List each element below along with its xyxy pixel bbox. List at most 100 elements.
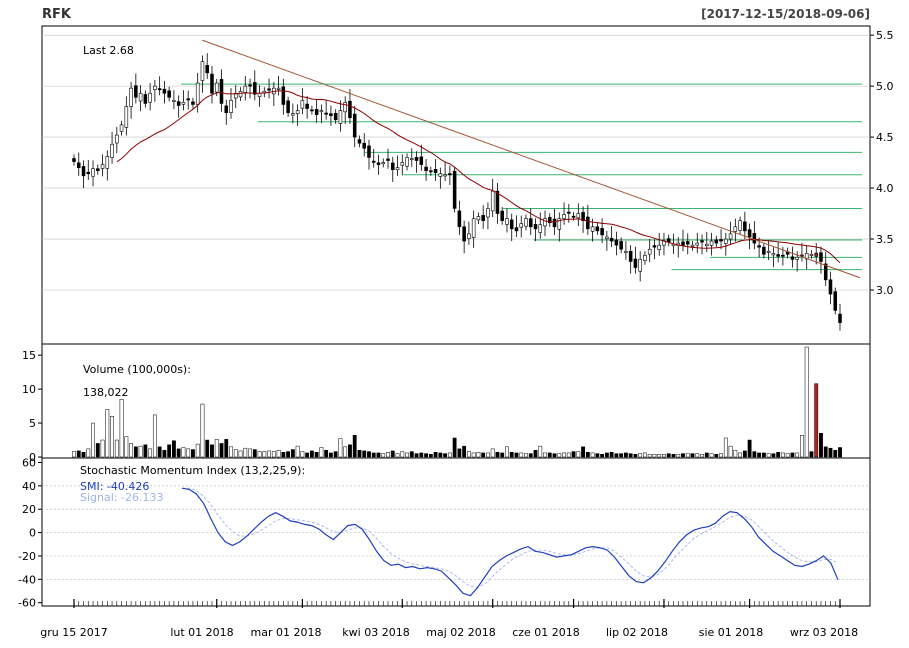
candle-body (410, 158, 414, 160)
volume-bar (552, 453, 557, 458)
candle-body (790, 256, 795, 260)
volume-bar (114, 439, 119, 458)
volume-bar (414, 453, 419, 458)
volume-bar (352, 435, 357, 458)
candle-body (766, 250, 771, 253)
volume-bar (267, 450, 271, 458)
volume-bar (76, 450, 81, 458)
candle-body (257, 92, 262, 98)
volume-bar (800, 435, 804, 458)
volume-bar (200, 403, 205, 458)
volume-bar (462, 445, 467, 458)
volume-bar (547, 452, 552, 458)
candle-body (310, 109, 314, 112)
volume-bar (157, 446, 162, 458)
volume-bar (652, 454, 657, 458)
candle-body (809, 254, 814, 256)
candle-body (728, 233, 733, 240)
candle-body (295, 110, 300, 114)
candle-body (110, 143, 114, 158)
volume-bar (833, 449, 838, 458)
volume-bar (405, 452, 409, 458)
volume-tick-label: 15 (22, 349, 36, 362)
candle-body (524, 218, 528, 227)
candle-body (172, 100, 176, 102)
candle-body (186, 98, 190, 101)
candle-body (276, 87, 281, 90)
volume-bar (647, 454, 652, 458)
volume-bar (571, 451, 576, 458)
volume-bar (367, 451, 371, 458)
volume-bar (671, 454, 676, 458)
candle-body (229, 100, 233, 113)
candle-body (314, 109, 319, 115)
volume-bar (452, 437, 457, 458)
x-tick-label: sie 01 2018 (699, 626, 764, 639)
candle-body (424, 166, 428, 172)
volume-bar (329, 452, 333, 458)
price-y-axis: 3.0 3.5 4.0 4.5 5.0 5.5 (870, 29, 894, 297)
volume-bar (543, 452, 547, 458)
volume-bar (633, 454, 638, 458)
candle-body (81, 166, 86, 177)
candle-body (709, 240, 714, 246)
candle-body (381, 162, 386, 165)
candle-body (167, 90, 171, 98)
volume-bar (723, 437, 728, 458)
volume-tick-label: 10 (22, 383, 36, 396)
candle-body (300, 100, 305, 109)
volume-bar (471, 452, 476, 458)
volume-bar (195, 443, 200, 458)
volume-bar (514, 452, 519, 458)
candle-body (486, 208, 490, 218)
indicator-title: Stochastic Momentum Index (13,2,25,9): (80, 464, 305, 477)
indicator-tick-label: -20 (18, 550, 36, 563)
volume-bar (666, 453, 671, 458)
volume-bar (381, 453, 386, 458)
price-tick-label: 5.0 (876, 80, 894, 93)
candle-body (281, 86, 286, 105)
candle-body (705, 243, 709, 247)
volume-bar (148, 448, 153, 458)
volume-bar (91, 422, 95, 458)
candle-body (243, 85, 248, 93)
candle-body (528, 218, 533, 228)
candle-body (624, 250, 628, 253)
volume-bar (457, 448, 462, 458)
candle-body (438, 173, 443, 177)
volume-bar (262, 451, 267, 458)
candle-body (248, 84, 252, 87)
candle-body (162, 88, 167, 94)
candle-body (390, 162, 395, 171)
x-tick-label: kwi 03 2018 (342, 626, 409, 639)
candle-body (96, 168, 100, 172)
volume-bar (819, 432, 823, 458)
candle-body (714, 239, 719, 244)
candle-body (638, 259, 642, 272)
candle-body (305, 103, 309, 109)
candle-body (833, 291, 838, 311)
volume-bar (785, 453, 790, 458)
volume-bar (100, 439, 105, 458)
candle-body (448, 173, 452, 176)
volume-bar (795, 452, 800, 458)
candle-body (681, 241, 685, 246)
volume-bar (86, 448, 91, 458)
volume-bar (490, 448, 495, 458)
candle-body (115, 134, 119, 144)
candle-body (795, 257, 799, 260)
candle-body (571, 215, 576, 218)
volume-bar (300, 451, 305, 458)
indicator-tick-label: 40 (22, 480, 36, 493)
volume-bar (709, 453, 714, 458)
volume-bar (595, 453, 600, 458)
volume-bar (152, 414, 157, 458)
candle-body (129, 87, 133, 107)
candle-body (153, 85, 157, 90)
candle-body (757, 245, 761, 248)
volume-bar (700, 454, 704, 458)
volume-bar (704, 452, 709, 458)
volume-bar (576, 451, 581, 458)
candle-body (533, 224, 538, 230)
volume-bar (519, 452, 524, 458)
